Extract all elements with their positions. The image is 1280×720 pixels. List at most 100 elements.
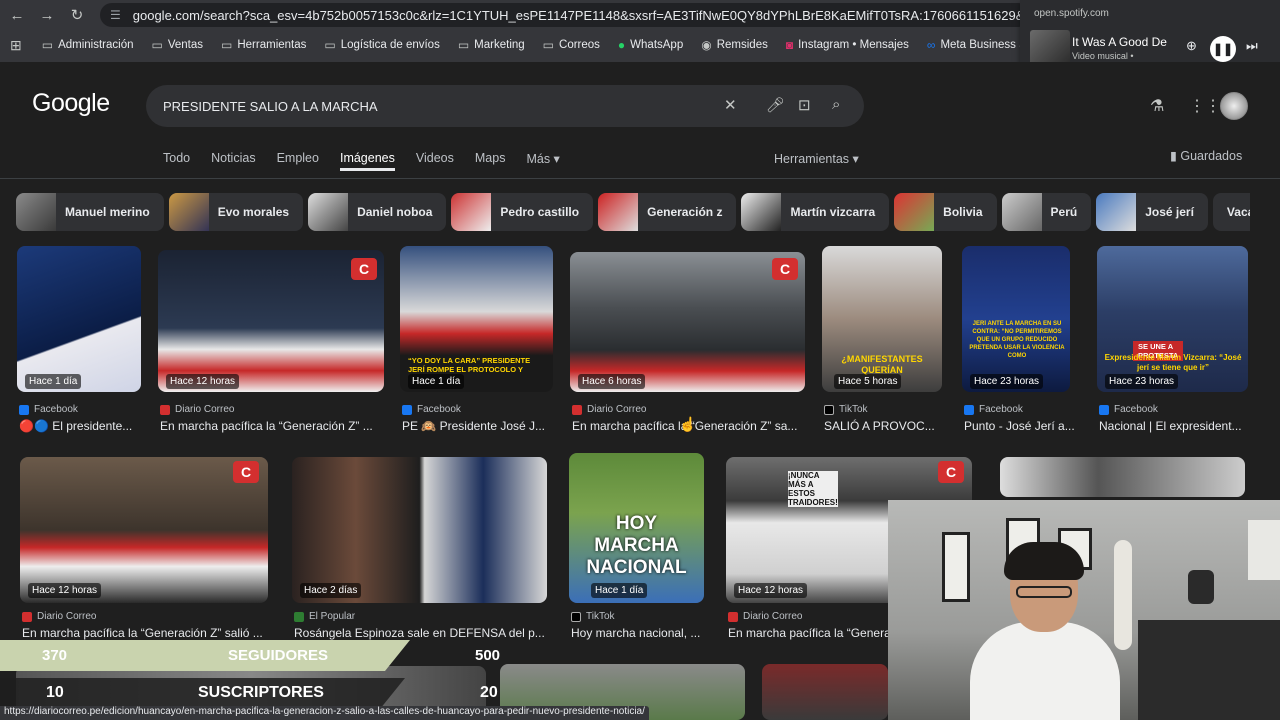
result-source: Facebook bbox=[1099, 404, 1158, 415]
result-title[interactable]: En marcha pacífica la “Generación Z” sal… bbox=[22, 626, 270, 640]
result-thumbnail[interactable] bbox=[17, 246, 141, 392]
result-thumbnail[interactable] bbox=[292, 457, 547, 603]
chip-bolivia[interactable]: Bolivia bbox=[894, 193, 997, 231]
folder-icon: ▭ bbox=[221, 38, 233, 52]
result-time: Hace 23 horas bbox=[970, 374, 1044, 389]
forward-icon[interactable]: → bbox=[34, 2, 60, 28]
chip-daniel-noboa[interactable]: Daniel noboa bbox=[308, 193, 447, 231]
chip-thumbnail bbox=[168, 193, 209, 231]
apps-icon[interactable]: ⋮⋮ bbox=[1189, 96, 1221, 116]
result-title[interactable]: En marcha pacífica la “Generación Z” ... bbox=[160, 419, 384, 433]
desk-equipment bbox=[1138, 620, 1280, 720]
result-thumbnail[interactable] bbox=[20, 457, 268, 603]
result-thumbnail[interactable] bbox=[962, 246, 1070, 392]
result-thumbnail[interactable] bbox=[1000, 457, 1245, 497]
microphone-icon[interactable]: 🎤︎ bbox=[766, 96, 785, 114]
facebook-icon bbox=[964, 404, 974, 415]
result-time: Hace 6 horas bbox=[578, 374, 646, 389]
result-time: Hace 2 días bbox=[300, 583, 362, 598]
result-source: Diario Correo bbox=[160, 404, 234, 415]
reload-icon[interactable]: ↻ bbox=[64, 2, 90, 28]
result-title[interactable]: Nacional | El expresident... bbox=[1099, 419, 1249, 433]
followers-label: SEGUIDORES bbox=[228, 647, 329, 664]
saved-button[interactable]: ▮ Guardados bbox=[1170, 148, 1242, 163]
google-logo[interactable]: Google bbox=[32, 89, 110, 118]
result-title[interactable]: PE 🙉 Presidente José J... bbox=[402, 419, 555, 433]
site-info-icon[interactable]: ☰ bbox=[110, 8, 121, 22]
result-source: Diario Correo bbox=[572, 404, 646, 415]
tab-imagenes[interactable]: Imágenes bbox=[339, 151, 395, 171]
chip-pedro-castillo[interactable]: Pedro castillo bbox=[451, 193, 594, 231]
chip-peru[interactable]: Perú bbox=[1001, 193, 1092, 231]
bookmark-whatsapp[interactable]: ● WhatsApp bbox=[618, 38, 683, 52]
tab-empleo[interactable]: Empleo bbox=[277, 151, 319, 171]
chip-thumbnail bbox=[598, 193, 639, 231]
folder-icon: ▭ bbox=[324, 38, 336, 52]
bookmark-remsides[interactable]: ◉ Remsides bbox=[701, 38, 768, 52]
chip-vacancia[interactable]: Vacanc bbox=[1212, 193, 1250, 231]
tab-videos[interactable]: Videos bbox=[416, 151, 454, 171]
result-thumbnail[interactable] bbox=[762, 664, 888, 720]
wall-item bbox=[1188, 570, 1214, 604]
chip-martin-vizcarra[interactable]: Martín vizcarra bbox=[741, 193, 890, 231]
result-title[interactable]: En marcha pacífica la “Genera bbox=[728, 626, 890, 640]
bookmark-marketing[interactable]: ▭ Marketing bbox=[458, 38, 525, 52]
chip-manuel-merino[interactable]: Manuel merino bbox=[16, 193, 164, 231]
lens-icon[interactable]: ⊡ bbox=[798, 96, 811, 114]
chip-generacion-z[interactable]: Generación z bbox=[598, 193, 737, 231]
chip-jose-jeri[interactable]: José jerí bbox=[1096, 193, 1208, 231]
tools-button[interactable]: Herramientas ▾ bbox=[774, 151, 859, 166]
media-thumbnail bbox=[1030, 30, 1070, 66]
subscribers-label: SUSCRIPTORES bbox=[198, 684, 324, 701]
search-input[interactable]: PRESIDENTE SALIO A LA MARCHA bbox=[163, 99, 378, 114]
result-thumbnail[interactable] bbox=[570, 252, 805, 392]
result-title[interactable]: Hoy marcha nacional, ... bbox=[571, 626, 706, 640]
bookmark-instagram[interactable]: ◙ Instagram • Mensajes bbox=[786, 38, 909, 52]
chip-thumbnail bbox=[894, 193, 935, 231]
result-source: El Popular bbox=[294, 611, 355, 622]
result-title[interactable]: SALIÓ A PROVOC... bbox=[824, 419, 944, 433]
pause-button[interactable]: ❚❚ bbox=[1210, 36, 1236, 62]
facebook-icon bbox=[1099, 404, 1109, 415]
followers-count: 370 bbox=[42, 647, 68, 664]
tab-noticias[interactable]: Noticias bbox=[211, 151, 255, 171]
diario-correo-icon bbox=[160, 404, 170, 415]
media-subtitle: Video musical • bbox=[1072, 51, 1134, 61]
apps-grid-icon[interactable]: ⊞ bbox=[10, 37, 22, 54]
search-box[interactable]: PRESIDENTE SALIO A LA MARCHA ✕ 🎤︎ ⊡ ⌕ bbox=[146, 85, 864, 127]
streamer bbox=[970, 542, 1120, 720]
bookmark-correos[interactable]: ▭ Correos bbox=[543, 38, 600, 52]
result-image-caption: “YO DOY LA CARA” PRESIDENTE JERÍ ROMPE E… bbox=[408, 356, 531, 374]
result-time: Hace 12 horas bbox=[28, 583, 102, 598]
wall-frame bbox=[942, 532, 970, 602]
correo-badge: C bbox=[938, 461, 964, 483]
result-title[interactable]: Punto - José Jerí a... bbox=[964, 419, 1076, 433]
chip-evo-morales[interactable]: Evo morales bbox=[168, 193, 304, 231]
result-title[interactable]: Rosángela Espinoza sale en DEFENSA del p… bbox=[294, 626, 549, 640]
search-icon[interactable]: ⌕ bbox=[832, 96, 840, 113]
correo-badge: C bbox=[772, 258, 798, 280]
address-bar[interactable]: ☰ google.com/search?sca_esv=4b752b005715… bbox=[100, 3, 1030, 27]
tab-todo[interactable]: Todo bbox=[163, 151, 190, 171]
avatar[interactable] bbox=[1220, 92, 1248, 120]
bookmark-logistica[interactable]: ▭ Logística de envíos bbox=[324, 38, 439, 52]
next-track-icon[interactable]: ⏭ bbox=[1246, 38, 1258, 54]
clear-icon[interactable]: ✕ bbox=[724, 96, 737, 114]
tab-maps[interactable]: Maps bbox=[475, 151, 506, 171]
diario-correo-icon bbox=[728, 611, 738, 622]
result-title[interactable]: 🔴🔵 El presidente... bbox=[19, 419, 143, 433]
bookmark-administracion[interactable]: ▭ Administración bbox=[42, 38, 134, 52]
bookmarks-bar: ⊞ ▭ Administración ▭ Ventas ▭ Herramientas … bbox=[0, 32, 1063, 58]
chip-thumbnail bbox=[308, 193, 349, 231]
bookmark-ventas[interactable]: ▭ Ventas bbox=[152, 38, 204, 52]
back-icon[interactable]: ← bbox=[4, 2, 30, 28]
result-time: Hace 1 día bbox=[408, 374, 465, 389]
labs-flask-icon[interactable]: ⚗ bbox=[1150, 96, 1164, 116]
picture-in-picture-icon[interactable]: ⊕ bbox=[1186, 38, 1197, 54]
bookmark-herramientas[interactable]: ▭ Herramientas bbox=[221, 38, 306, 52]
meta-icon: ∞ bbox=[926, 38, 936, 52]
tab-mas[interactable]: Más ▾ bbox=[526, 151, 559, 171]
streamer-shirt bbox=[970, 622, 1120, 720]
search-tabs: Todo Noticias Empleo Imágenes Videos Map… bbox=[163, 151, 581, 171]
result-time: Hace 23 horas bbox=[1105, 374, 1179, 389]
